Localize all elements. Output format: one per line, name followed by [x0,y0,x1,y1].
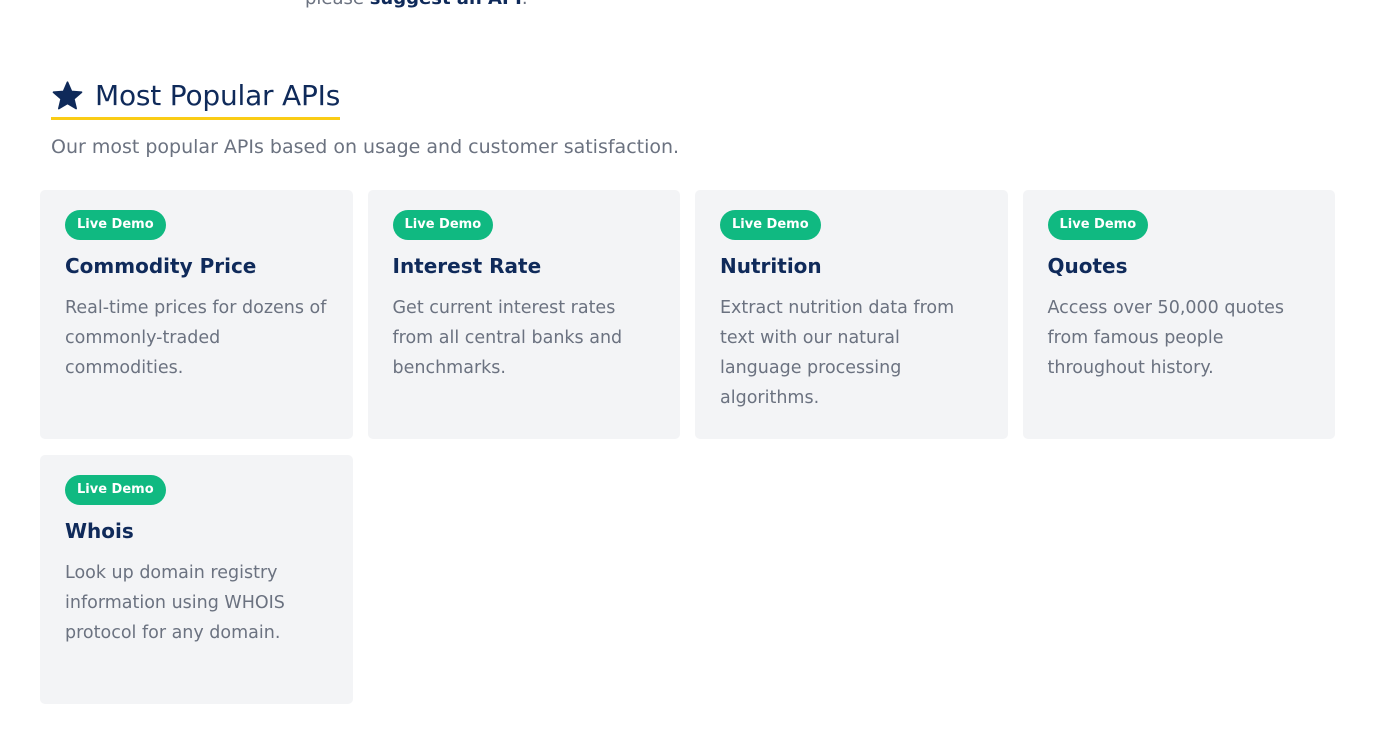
star-icon [51,80,84,113]
section-subtitle: Our most popular APIs based on usage and… [51,136,680,158]
suggest-api-link[interactable]: suggest an API [370,0,522,9]
api-card-title[interactable]: Commodity Price [65,253,328,279]
popular-apis-section: Most Popular APIs Our most popular APIs … [40,78,1335,704]
live-demo-badge[interactable]: Live Demo [1047,210,1149,240]
api-card-nutrition[interactable]: Live Demo Nutrition Extract nutrition da… [695,190,1008,439]
api-card-quotes[interactable]: Live Demo Quotes Access over 50,000 quot… [1022,190,1335,439]
api-card-title[interactable]: Nutrition [720,253,983,279]
api-card-whois[interactable]: Live Demo Whois Look up domain registry … [40,455,353,704]
suggest-suffix: . [522,0,528,9]
api-card-interest-rate[interactable]: Live Demo Interest Rate Get current inte… [367,190,680,439]
api-card-description: Look up domain registry information usin… [65,563,285,643]
live-demo-badge[interactable]: Live Demo [65,475,166,505]
live-demo-badge[interactable]: Live Demo [392,210,494,240]
api-card-title[interactable]: Quotes [1048,253,1311,279]
section-heading: Most Popular APIs [51,78,340,120]
api-card-grid: Live Demo Commodity Price Real-time pric… [40,190,1335,704]
api-card-description: Extract nutrition data from text with ou… [720,298,955,408]
section-title: Most Popular APIs [95,79,341,112]
suggest-api-text: please suggest an API. [305,0,528,9]
api-card-commodity-price[interactable]: Live Demo Commodity Price Real-time pric… [40,190,353,439]
api-card-description: Get current interest rates from all cent… [392,298,623,378]
api-card-description: Real-time prices for dozens of commonly-… [65,298,327,378]
api-card-description: Access over 50,000 quotes from famous pe… [1047,298,1285,378]
suggest-prefix: please [305,0,370,9]
live-demo-badge[interactable]: Live Demo [720,210,821,240]
live-demo-badge[interactable]: Live Demo [65,210,166,240]
api-card-title[interactable]: Whois [65,518,328,544]
api-card-title[interactable]: Interest Rate [393,253,656,279]
